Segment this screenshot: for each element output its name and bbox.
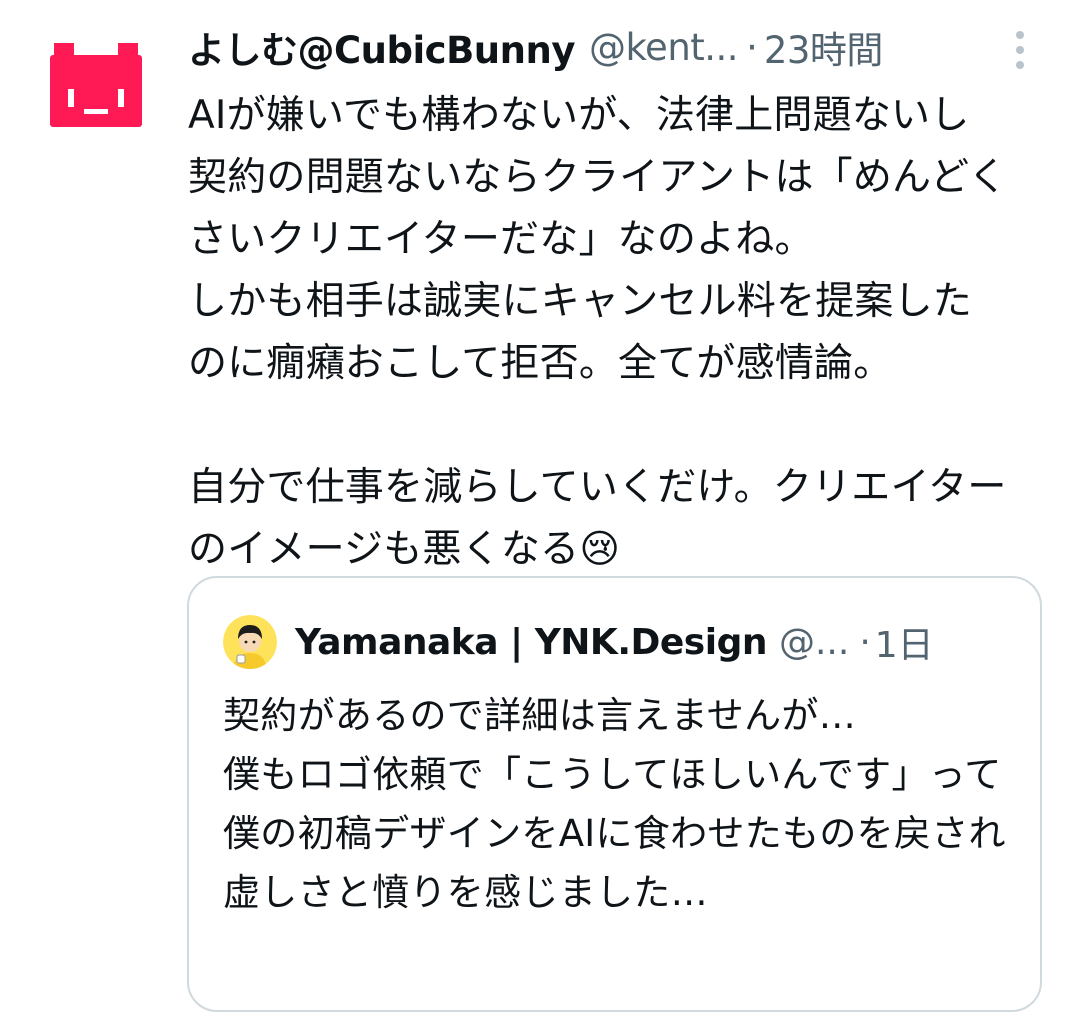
tweet-text: AIが嫌いでも構わないが、法律上問題ないし契約の問題ないならクライアントは「めん… [188, 93, 1008, 572]
author-display-name[interactable]: よしむ@CubicBunny [188, 20, 575, 74]
quote-author-handle[interactable]: @... [779, 622, 849, 663]
cubic-bunny-avatar-icon[interactable] [50, 43, 142, 127]
quote-author-display-name[interactable]: Yamanaka | YNK.Design [295, 622, 767, 663]
quote-text: 契約があるので詳細は言えませんが… 僕もロゴ依頼で「こうしてほしいんです」って僕… [223, 694, 1006, 914]
tweet-header: よしむ@CubicBunny @kent... · 23時間 [188, 20, 1018, 74]
cartoon-person-avatar-icon [223, 615, 277, 669]
author-handle[interactable]: @kent... [589, 26, 739, 69]
quoted-tweet-card[interactable]: Yamanaka | YNK.Design @... · 1日 契約があるので詳… [187, 576, 1042, 1012]
quote-timestamp[interactable]: 1日 [875, 616, 934, 668]
quote-header: Yamanaka | YNK.Design @... · 1日 [223, 614, 1023, 670]
tweet-timestamp[interactable]: 23時間 [764, 20, 884, 74]
header-separator: · [746, 25, 758, 69]
quote-header-separator: · [859, 621, 871, 663]
tweet: よしむ@CubicBunny @kent... · 23時間 AIが嫌いでも構わ… [0, 0, 1075, 1034]
more-vertical-icon [1016, 31, 1024, 69]
more-options-button[interactable] [1004, 26, 1036, 74]
